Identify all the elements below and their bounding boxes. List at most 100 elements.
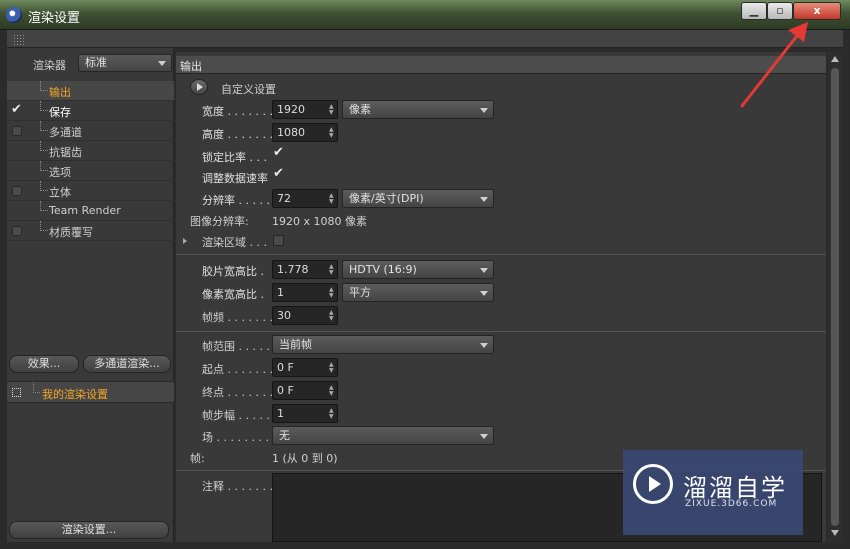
end-value: 0 F [277,384,294,397]
frame-step-input[interactable]: 1 ▲ ▼ [272,404,338,423]
frame-range-value: 当前帧 [279,338,312,351]
renderer-row: 渲染器 标准 [7,52,174,74]
renderer-dropdown[interactable]: 标准 [78,54,172,72]
framerate-input[interactable]: 30 ▲ ▼ [272,306,338,325]
pixel-aspect-dropdown[interactable]: 平方 [342,283,494,302]
frame-range-dropdown[interactable]: 当前帧 [272,335,494,354]
render-settings-button[interactable]: 渲染设置... [9,521,169,539]
spinner-arrows-icon[interactable]: ▲ ▼ [329,127,334,139]
renderer-label: 渲染器 [33,59,66,72]
end-label: 终点 . . . . . . . [202,386,273,399]
tree-checkbox[interactable] [12,126,22,136]
tree-checkbox[interactable] [12,186,22,196]
frames-label: 帧: [190,452,205,465]
vertical-scrollbar[interactable] [828,52,842,542]
resolution-label: 分辨率 . . . . . [202,194,270,207]
tree-item-label: 多通道 [49,126,82,139]
lock-ratio-label: 锁定比率 . . . [202,151,267,164]
tree-item[interactable]: 多通道 [7,121,174,141]
spinner-arrows-icon[interactable]: ▲ ▼ [329,310,334,322]
expand-arrow-icon[interactable] [183,238,187,244]
width-input[interactable]: 1920 ▲ ▼ [272,100,338,119]
tree-connector [40,81,48,91]
chevron-down-icon [480,108,488,113]
tree-item[interactable]: ✔ 保存 [7,101,174,121]
resolution-input[interactable]: 72 ▲ ▼ [272,189,338,208]
tree-item-label: 输出 [49,86,71,99]
tree-checkbox[interactable] [12,226,22,236]
grip-handle-icon[interactable] [13,34,24,45]
height-input[interactable]: 1080 ▲ ▼ [272,123,338,142]
pixel-aspect-preset: 平方 [349,286,371,299]
field-label: 场 . . . . . . . . . [202,431,276,444]
frames-value: 1 (从 0 到 0) [272,452,338,465]
tree-item[interactable]: 抗锯齿 [7,141,174,161]
film-aspect-input[interactable]: 1.778 ▲ ▼ [272,260,338,279]
tree-connector [40,221,48,231]
adapt-data-rate-checkbox-checked-icon[interactable]: ✔ [273,166,284,181]
spinner-arrows-icon[interactable]: ▲ ▼ [329,193,334,205]
spinner-arrows-icon[interactable]: ▲ ▼ [329,264,334,276]
end-input[interactable]: 0 F ▲ ▼ [272,381,338,400]
title-bar: 渲染设置 ▁ ▫ x [0,0,850,30]
preset-label: 我的渲染设置 [42,388,108,401]
pixel-aspect-value: 1 [277,286,284,299]
field-dropdown[interactable]: 无 [272,426,494,445]
lock-ratio-checkbox-checked-icon[interactable]: ✔ [273,145,284,160]
section-title: 输出 [180,60,202,73]
divider [176,331,826,332]
tree-item[interactable]: Team Render [7,201,174,221]
checkbox-checked-icon[interactable]: ✔ [11,102,22,117]
scroll-down-icon[interactable] [831,530,839,536]
width-value: 1920 [277,103,305,116]
spinner-arrows-icon[interactable]: ▲ ▼ [329,408,334,420]
image-resolution-label: 图像分辨率: [190,215,249,228]
tree-item[interactable]: 选项 [7,161,174,181]
tree-item[interactable]: 输出 [7,81,174,101]
renderer-value: 标准 [85,56,107,69]
field-value: 无 [279,429,290,442]
cinema4d-app-icon [6,7,22,23]
preset-custom-label: 自定义设置 [221,83,276,96]
tree-item[interactable]: 材质覆写 [7,221,174,241]
height-value: 1080 [277,126,305,139]
framerate-label: 帧频 . . . . . . . [202,311,273,324]
preset-item-my-render-settings[interactable]: 我的渲染设置 [7,381,174,403]
scroll-up-icon[interactable] [831,56,839,62]
chevron-down-icon [158,61,166,66]
pixel-aspect-label: 像素宽高比 . [202,288,264,301]
play-expand-icon[interactable] [190,79,208,95]
multipass-render-button[interactable]: 多通道渲染... [83,355,171,373]
scrollbar-thumb[interactable] [831,68,839,526]
start-input[interactable]: 0 F ▲ ▼ [272,358,338,377]
resolution-unit-dropdown[interactable]: 像素/英寸(DPI) [342,189,494,208]
tree-item[interactable]: 立体 [7,181,174,201]
film-aspect-dropdown[interactable]: HDTV (16:9) [342,260,494,279]
spinner-arrows-icon[interactable]: ▲ ▼ [329,104,334,116]
settings-tree: 输出 ✔ 保存多通道抗锯齿选项立体 Team Render 材质覆写 [7,81,174,241]
divider [176,254,826,255]
width-label: 宽度 . . . . . . . [202,105,273,118]
chevron-down-icon [480,343,488,348]
spinner-arrows-icon[interactable]: ▲ ▼ [329,287,334,299]
film-aspect-preset: HDTV (16:9) [349,263,417,276]
chevron-down-icon [480,268,488,273]
watermark-title: 溜溜自学 [683,474,787,502]
section-header-output: 输出 [176,56,826,74]
spinner-arrows-icon[interactable]: ▲ ▼ [329,362,334,374]
effects-button[interactable]: 效果... [9,355,79,373]
play-logo-icon [633,464,673,504]
tree-item-label: 抗锯齿 [49,146,82,159]
chevron-down-icon [480,291,488,296]
tree-connector [40,121,48,131]
annotation-arrow-icon [740,22,808,108]
width-unit-dropdown[interactable]: 像素 [342,100,494,119]
render-region-checkbox[interactable] [273,235,284,246]
tree-item-label: 材质覆写 [49,226,93,239]
pixel-aspect-input[interactable]: 1 ▲ ▼ [272,283,338,302]
spinner-arrows-icon[interactable]: ▲ ▼ [329,385,334,397]
start-value: 0 F [277,361,294,374]
chevron-down-icon [480,197,488,202]
tree-item-label: 立体 [49,186,71,199]
watermark-logo: 溜溜自学 ZIXUE.3D66.COM [623,450,803,535]
